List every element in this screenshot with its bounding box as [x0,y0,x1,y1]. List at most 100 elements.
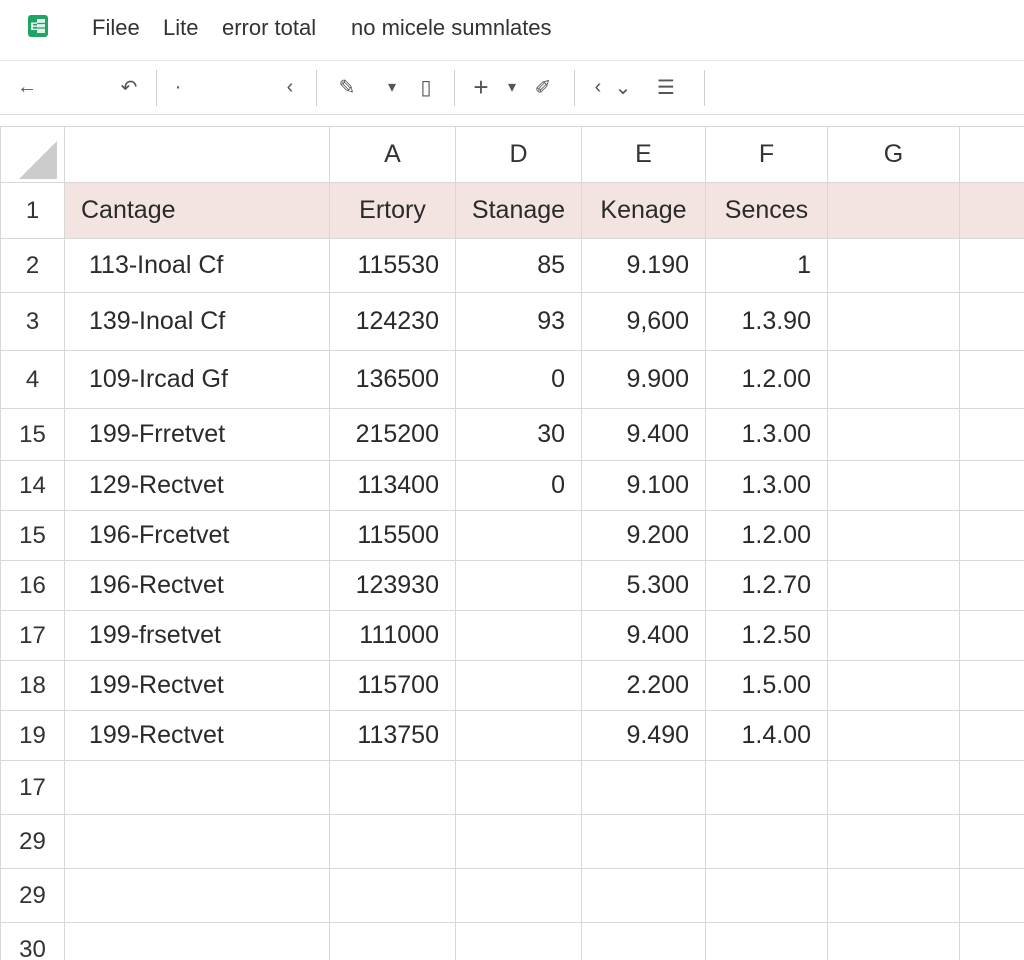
cell[interactable] [827,760,960,815]
menu-lite[interactable]: Lite [163,14,198,42]
cell[interactable] [455,660,582,711]
row-number[interactable]: 4 [0,350,65,409]
cell[interactable] [959,760,1024,815]
cell[interactable]: 1.3.00 [705,408,828,461]
cell[interactable] [959,292,1024,351]
cell[interactable] [329,760,456,815]
filter-icon[interactable]: ☰ [652,72,680,102]
cell[interactable]: 196-Rectvet [64,560,330,611]
cell[interactable] [329,922,456,960]
cell[interactable] [959,460,1024,511]
row-number[interactable]: 15 [0,510,65,561]
row-number[interactable]: 19 [0,710,65,761]
cell[interactable]: Sences [705,182,828,239]
cell[interactable]: 129-Rectvet [64,460,330,511]
cell[interactable]: 115500 [329,510,456,561]
row-number[interactable]: 1 [0,182,65,239]
cell[interactable] [455,710,582,761]
column-header[interactable] [959,126,1024,183]
menu-sumnlates[interactable]: no micele sumnlates [351,14,552,42]
cell[interactable]: 9.490 [581,710,706,761]
cell[interactable] [959,560,1024,611]
cell[interactable]: 1.2.00 [705,350,828,409]
menu-error-total[interactable]: error total [222,14,316,42]
cell[interactable] [827,238,960,293]
cell[interactable] [959,350,1024,409]
row-number[interactable]: 17 [0,610,65,661]
cell[interactable]: 0 [455,460,582,511]
cell[interactable] [827,460,960,511]
cell[interactable] [329,814,456,869]
cell[interactable]: 199-Rectvet [64,660,330,711]
cell[interactable] [827,350,960,409]
cell[interactable] [959,814,1024,869]
chevron-down-icon[interactable]: ▾ [382,72,402,102]
plus-icon[interactable]: + [468,72,494,102]
pen-icon[interactable]: ✐ [530,72,556,102]
cell[interactable]: 9.190 [581,238,706,293]
cell[interactable] [827,610,960,661]
dot-icon[interactable]: · [168,72,188,102]
cell[interactable] [827,560,960,611]
cell[interactable]: 2.200 [581,660,706,711]
cell[interactable] [705,922,828,960]
cell[interactable] [827,292,960,351]
cell[interactable]: Cantage [64,182,330,239]
cell[interactable]: 9.400 [581,610,706,661]
menu-file[interactable]: Filee [92,14,140,42]
cell[interactable]: 1.2.00 [705,510,828,561]
row-number[interactable]: 3 [0,292,65,351]
cell[interactable] [827,814,960,869]
cell[interactable] [455,610,582,661]
cell[interactable]: 9.400 [581,408,706,461]
cell[interactable]: 113750 [329,710,456,761]
cell[interactable]: 199-frsetvet [64,610,330,661]
cell[interactable] [959,182,1024,239]
cell[interactable]: 1.4.00 [705,710,828,761]
select-all-corner[interactable] [0,126,65,183]
undo-icon[interactable]: ↶ [116,72,142,102]
cell[interactable]: 215200 [329,408,456,461]
cell[interactable]: Kenage [581,182,706,239]
cell[interactable]: 9.100 [581,460,706,511]
cell[interactable] [827,408,960,461]
chevron-down-icon[interactable]: ⌄ [612,72,634,102]
cell[interactable]: 1.2.50 [705,610,828,661]
cell[interactable]: 9.900 [581,350,706,409]
cell[interactable] [827,182,960,239]
cell[interactable]: 109-Ircad Gf [64,350,330,409]
cell[interactable]: 111000 [329,610,456,661]
cell[interactable] [827,710,960,761]
redo-icon[interactable]: ‹ [588,72,608,102]
cell[interactable] [455,868,582,923]
cell[interactable]: 199-Frretvet [64,408,330,461]
cell[interactable] [959,510,1024,561]
cell[interactable] [827,510,960,561]
cell[interactable] [455,922,582,960]
cell[interactable] [455,560,582,611]
cell[interactable] [827,922,960,960]
cell[interactable]: 1.3.00 [705,460,828,511]
cell[interactable]: 5.300 [581,560,706,611]
cell[interactable] [64,760,330,815]
back-arrow-icon[interactable]: ← [14,72,40,102]
cell[interactable]: 113-Inoal Cf [64,238,330,293]
spreadsheet-app-icon[interactable]: E [27,14,49,38]
collapse-icon[interactable]: ‹ [278,72,302,102]
cell[interactable] [959,660,1024,711]
cell[interactable]: 9,600 [581,292,706,351]
cell[interactable] [581,760,706,815]
cell[interactable] [705,814,828,869]
cell[interactable] [455,510,582,561]
row-number[interactable]: 18 [0,660,65,711]
cell[interactable]: 115700 [329,660,456,711]
cell[interactable]: 113400 [329,460,456,511]
cell[interactable] [581,922,706,960]
row-number[interactable]: 29 [0,814,65,869]
cell[interactable]: 139-Inoal Cf [64,292,330,351]
cell[interactable]: 136500 [329,350,456,409]
chevron-down-icon[interactable]: ▾ [502,72,522,102]
cell[interactable] [64,868,330,923]
clipboard-icon[interactable]: ▯ [414,72,438,102]
column-header-d[interactable]: D [455,126,582,183]
